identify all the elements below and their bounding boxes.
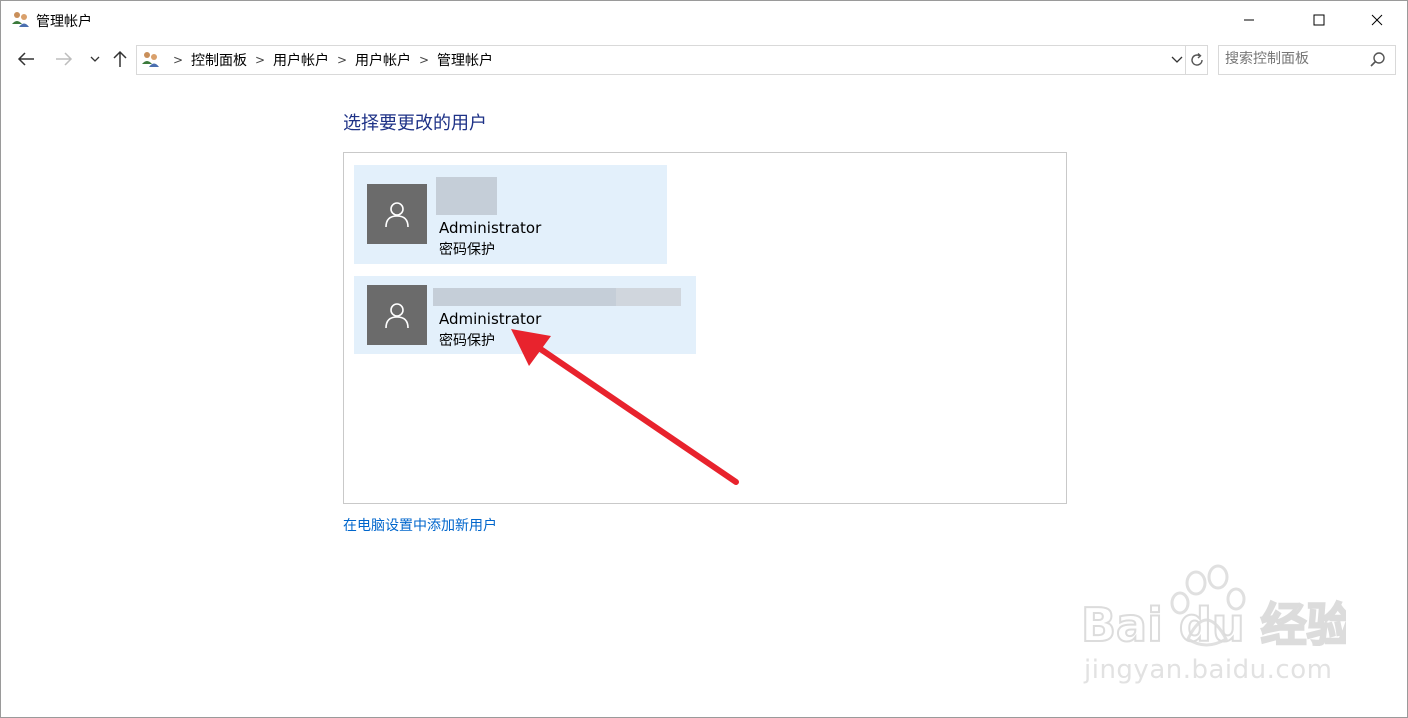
refresh-icon (1191, 52, 1203, 66)
breadcrumb-separator[interactable]: > (329, 53, 355, 67)
search-icon[interactable] (1369, 51, 1387, 69)
search-input[interactable] (1225, 49, 1365, 69)
watermark-brand: Bai du 经验 (1081, 598, 1346, 652)
redacted-user-name (616, 288, 681, 306)
recent-locations-button[interactable] (85, 49, 105, 69)
breadcrumb-separator[interactable]: > (411, 53, 437, 67)
maximize-button[interactable] (1296, 1, 1342, 39)
breadcrumb: > 控制面板 > 用户帐户 > 用户帐户 > 管理帐户 (165, 46, 493, 74)
minimize-icon (1244, 19, 1254, 21)
refresh-button[interactable] (1185, 46, 1208, 74)
close-icon (1371, 14, 1383, 26)
user-icon (385, 303, 409, 329)
arrow-up-icon (113, 50, 127, 67)
breadcrumb-item[interactable]: 控制面板 (191, 50, 247, 70)
annotation-arrow (511, 329, 739, 485)
control-panel-window: 管理帐户 > 控制面板 > 用户帐户 > 用户帐户 > 管理帐户 搜索控制面板 … (0, 0, 1408, 718)
avatar (367, 285, 427, 345)
account-status: 密码保护 (439, 242, 495, 258)
page-title: 选择要更改的用户 (343, 113, 487, 134)
control-panel-icon (141, 50, 161, 70)
address-history-dropdown[interactable] (1167, 46, 1187, 74)
back-button[interactable] (16, 49, 36, 69)
watermark-url: jingyan.baidu.com (1084, 655, 1333, 685)
redacted-user-name (436, 177, 497, 215)
avatar (367, 184, 427, 244)
search-box (1218, 45, 1396, 75)
account-status: 密码保护 (439, 333, 495, 349)
close-button[interactable] (1354, 1, 1400, 39)
window-title: 管理帐户 (36, 14, 92, 30)
arrow-right-icon (56, 52, 73, 66)
address-bar[interactable]: > 控制面板 > 用户帐户 > 用户帐户 > 管理帐户 (136, 45, 1208, 75)
breadcrumb-separator[interactable]: > (165, 53, 191, 67)
navigation-bar: > 控制面板 > 用户帐户 > 用户帐户 > 管理帐户 (1, 41, 1407, 77)
add-new-user-link[interactable]: 在电脑设置中添加新用户 (343, 515, 497, 535)
breadcrumb-separator[interactable]: > (247, 53, 273, 67)
account-type: Administrator (439, 219, 542, 237)
users-icon (11, 10, 31, 30)
user-icon (385, 202, 409, 228)
forward-button[interactable] (54, 49, 74, 69)
breadcrumb-item[interactable]: 管理帐户 (437, 50, 493, 70)
breadcrumb-item[interactable]: 用户帐户 (273, 50, 329, 70)
title-bar: 管理帐户 (1, 1, 1407, 39)
maximize-icon (1313, 14, 1325, 26)
breadcrumb-item[interactable]: 用户帐户 (355, 50, 411, 70)
user-tile[interactable]: Administrator 密码保护 (354, 165, 667, 264)
chevron-down-icon (90, 56, 100, 62)
arrow-left-icon (17, 52, 34, 66)
up-button[interactable] (110, 49, 130, 69)
chevron-down-icon (1171, 56, 1183, 63)
minimize-button[interactable] (1226, 1, 1272, 39)
